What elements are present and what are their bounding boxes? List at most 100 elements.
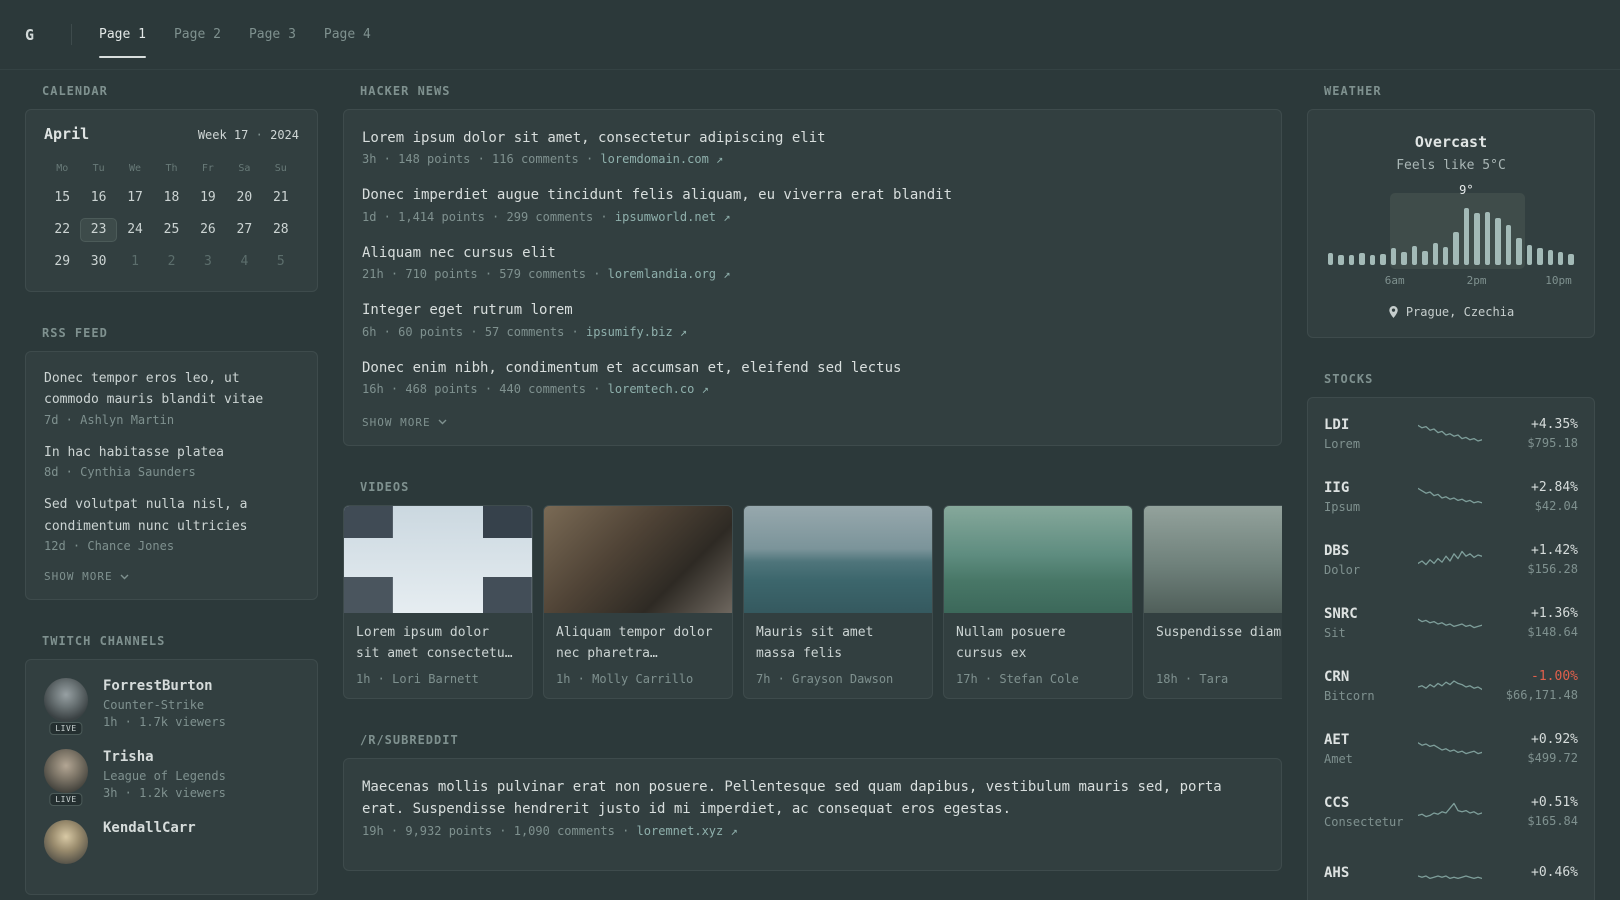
stock-values: +2.84% $42.04 <box>1492 480 1578 513</box>
hn-domain-link[interactable]: ipsumworld.net ↗ <box>615 210 731 224</box>
tab-page-3[interactable]: Page 3 <box>249 0 296 69</box>
tab-page-1[interactable]: Page 1 <box>99 0 146 69</box>
video-title[interactable]: Aliquam tempor dolor nec pharetra… <box>556 623 720 665</box>
hn-item[interactable]: Donec enim nibh, condimentum et accumsan… <box>362 357 1263 396</box>
right-column: WEATHER Overcast Feels like 5°C 9° 6am 2… <box>1307 84 1595 900</box>
stock-price: $156.28 <box>1527 562 1578 576</box>
twitch-channel-name[interactable]: Trisha <box>103 749 226 765</box>
video-meta: 18h · Tara <box>1156 671 1229 686</box>
weather-section: WEATHER Overcast Feels like 5°C 9° 6am 2… <box>1307 84 1595 338</box>
rss-item-meta: 12d · Chance Jones <box>44 539 175 554</box>
tab-page-4[interactable]: Page 4 <box>324 0 371 69</box>
stocks-widget: LDI Lorem +4.35% $795.18 IIG Ipsum +2.84… <box>1307 397 1595 900</box>
video-card[interactable]: Lorem ipsum dolor sit amet consectetu… 1… <box>343 504 533 699</box>
hn-domain-link[interactable]: loremtech.co ↗ <box>608 382 709 396</box>
time-label: 6am <box>1384 274 1405 287</box>
stock-symbol: CRN <box>1324 668 1350 685</box>
tab-page-2[interactable]: Page 2 <box>174 0 221 69</box>
video-card[interactable]: Aliquam tempor dolor nec pharetra… 1h · … <box>543 504 733 699</box>
rss-item[interactable]: In hac habitasse platea 8d · Cynthia Sau… <box>44 442 299 479</box>
hn-item-title[interactable]: Aliquam nec cursus elit <box>362 242 1263 264</box>
app-logo[interactable]: G <box>25 0 71 69</box>
rss-item[interactable]: Sed volutpat nulla nisl, a condimentum n… <box>44 494 299 553</box>
rss-item[interactable]: Donec tempor eros leo, ut commodo mauris… <box>44 368 299 427</box>
hn-item-title[interactable]: Integer eget rutrum lorem <box>362 299 1263 321</box>
video-title[interactable]: Mauris sit amet massa felis <box>756 623 920 665</box>
video-title[interactable]: Suspendisse diam <box>1156 623 1282 665</box>
twitch-channel-meta: 1h · 1.7k viewers <box>103 715 226 730</box>
rss-show-more-button[interactable]: SHOW MORE <box>44 568 299 585</box>
weekday-label: Sa <box>238 163 251 174</box>
hn-item[interactable]: Lorem ipsum dolor sit amet, consectetur … <box>362 127 1263 166</box>
calendar-day-next-month: 2 <box>167 254 176 269</box>
video-thumbnail[interactable] <box>544 505 732 613</box>
subreddit-post-meta: 19h · 9,932 points · 1,090 comments · lo… <box>362 824 1263 838</box>
calendar-widget: April Week 17 · 2024 Mo Tu We Th Fr Sa S… <box>25 109 318 292</box>
hn-item[interactable]: Integer eget rutrum lorem 6h · 60 points… <box>362 299 1263 338</box>
twitch-channel-name[interactable]: ForrestBurton <box>103 678 226 694</box>
stock-name: Consectetur <box>1324 814 1404 829</box>
video-card[interactable]: Suspendisse diam 18h · Tara <box>1143 504 1282 699</box>
section-title-stocks: STOCKS <box>1324 372 1374 386</box>
subreddit-post-title[interactable]: Maecenas mollis pulvinar erat non posuer… <box>362 776 1263 821</box>
twitch-channel[interactable]: KendallCarr <box>44 820 299 865</box>
video-meta: 1h · Lori Barnett <box>356 671 479 686</box>
calendar-day: 29 <box>54 254 71 269</box>
video-card[interactable]: Mauris sit amet massa felis 7h · Grayson… <box>743 504 933 699</box>
weather-location: Prague, Czechia <box>1405 305 1515 319</box>
subreddit-domain-link[interactable]: loremnet.xyz ↗ <box>637 824 738 838</box>
rss-item-title[interactable]: In hac habitasse platea <box>44 442 299 463</box>
video-thumbnail[interactable] <box>1144 505 1282 613</box>
calendar-day: 22 <box>54 222 71 237</box>
stock-sparkline <box>1417 482 1483 512</box>
stock-row[interactable]: CCS Consectetur +0.51% $165.84 <box>1324 780 1578 843</box>
hn-domain-link[interactable]: loremdomain.com ↗ <box>600 152 723 166</box>
video-thumbnail[interactable] <box>344 505 532 613</box>
video-thumbnail[interactable] <box>744 505 932 613</box>
hn-item-title[interactable]: Lorem ipsum dolor sit amet, consectetur … <box>362 127 1263 149</box>
twitch-channel[interactable]: LIVE Trisha League of Legends 3h · 1.2k … <box>44 749 299 807</box>
stock-row[interactable]: IIG Ipsum +2.84% $42.04 <box>1324 465 1578 528</box>
rss-show-more-label: SHOW MORE <box>44 570 113 584</box>
stock-change-negative: -1.00% <box>1531 669 1578 684</box>
twitch-channel-game: League of Legends <box>103 769 226 784</box>
video-title[interactable]: Nullam posuere cursus ex <box>956 623 1120 665</box>
left-column: CALENDAR April Week 17 · 2024 Mo Tu We T… <box>25 84 318 896</box>
stock-row[interactable]: AHS +0.46% <box>1324 843 1578 900</box>
weather-widget: Overcast Feels like 5°C 9° 6am 2pm 10pm … <box>1307 109 1595 338</box>
stock-row[interactable]: SNRC Sit +1.36% $148.64 <box>1324 591 1578 654</box>
twitch-channel-info: KendallCarr <box>103 820 196 864</box>
hn-item[interactable]: Aliquam nec cursus elit 21h · 710 points… <box>362 242 1263 281</box>
hn-domain-link[interactable]: loremlandia.org ↗ <box>608 267 731 281</box>
hn-item-meta: 21h · 710 points · 579 comments · loreml… <box>362 267 1263 281</box>
hn-item-title[interactable]: Donec enim nibh, condimentum et accumsan… <box>362 357 1263 379</box>
hn-item-title[interactable]: Donec imperdiet augue tincidunt felis al… <box>362 184 1263 206</box>
stock-change: +4.35% <box>1531 417 1578 432</box>
weather-condition: Overcast <box>1414 133 1488 151</box>
rss-item-title[interactable]: Donec tempor eros leo, ut commodo mauris… <box>44 368 299 411</box>
stock-row[interactable]: AET Amet +0.92% $499.72 <box>1324 717 1578 780</box>
video-meta: 17h · Stefan Cole <box>956 671 1079 686</box>
stock-values: +4.35% $795.18 <box>1492 417 1578 450</box>
twitch-channel[interactable]: LIVE ForrestBurton Counter-Strike 1h · 1… <box>44 678 299 736</box>
rss-item-title[interactable]: Sed volutpat nulla nisl, a condimentum n… <box>44 494 299 537</box>
video-card[interactable]: Nullam posuere cursus ex 17h · Stefan Co… <box>943 504 1133 699</box>
hn-show-more-button[interactable]: SHOW MORE <box>362 414 1263 431</box>
stock-sparkline <box>1417 797 1483 827</box>
twitch-channel-name[interactable]: KendallCarr <box>103 820 196 836</box>
stock-row[interactable]: DBS Dolor +1.42% $156.28 <box>1324 528 1578 591</box>
stock-row[interactable]: LDI Lorem +4.35% $795.18 <box>1324 402 1578 465</box>
video-title[interactable]: Lorem ipsum dolor sit amet consectetu… <box>356 623 520 665</box>
stock-change: +0.92% <box>1531 732 1578 747</box>
calendar-day: 26 <box>200 222 216 237</box>
hn-domain-link[interactable]: ipsumify.biz ↗ <box>586 325 687 339</box>
section-title-hacker-news: HACKER NEWS <box>360 84 451 98</box>
stock-symbol: SNRC <box>1324 605 1358 622</box>
subreddit-post[interactable]: Maecenas mollis pulvinar erat non posuer… <box>362 776 1263 838</box>
stock-row[interactable]: CRN Bitcorn -1.00% $66,171.48 <box>1324 654 1578 717</box>
video-card-body: Lorem ipsum dolor sit amet consectetu… 1… <box>344 613 532 698</box>
hn-item[interactable]: Donec imperdiet augue tincidunt felis al… <box>362 184 1263 223</box>
stock-values: +1.36% $148.64 <box>1492 606 1578 639</box>
calendar-day: 16 <box>90 190 107 205</box>
video-thumbnail[interactable] <box>944 505 1132 613</box>
